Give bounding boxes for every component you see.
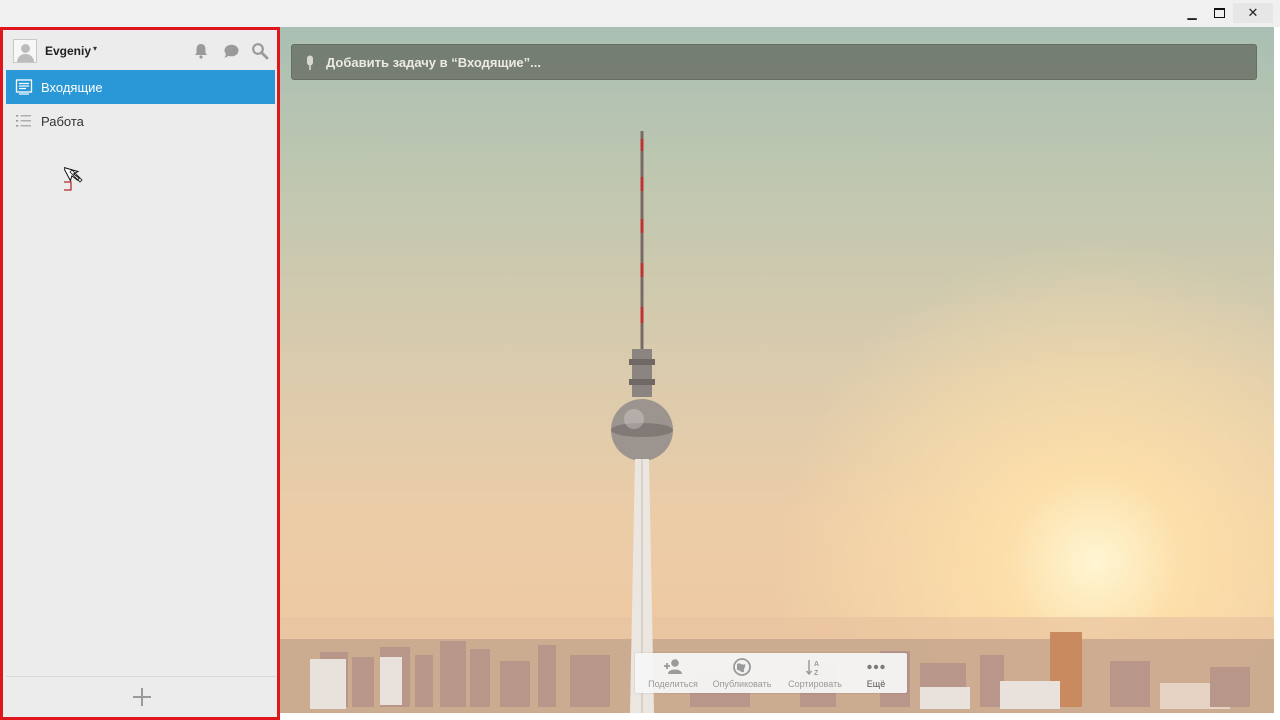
close-icon: ✕ <box>1247 5 1259 21</box>
sidebar-panel: Evgeniy ▾ Входящие Работа <box>6 30 277 717</box>
share-button[interactable]: Поделиться <box>641 653 705 693</box>
sidebar-footer <box>6 676 277 717</box>
sort-button[interactable]: A Z Сортировать <box>783 653 847 693</box>
more-button[interactable]: Ещё <box>851 653 901 693</box>
sidebar: Evgeniy ▾ Входящие Работа <box>0 27 280 720</box>
user-menu-caret-icon[interactable]: ▾ <box>93 44 97 53</box>
add-task-input[interactable]: Добавить задачу в “Входящие”... <box>291 44 1257 80</box>
maximize-button[interactable] <box>1208 3 1230 23</box>
sidebar-item-inbox[interactable]: Входящие <box>6 70 275 104</box>
sidebar-item-work[interactable]: Работа <box>6 104 275 138</box>
window-right-border <box>1274 27 1280 720</box>
chat-bubble-icon[interactable] <box>222 42 240 60</box>
list-icon <box>16 115 31 127</box>
close-button[interactable]: ✕ <box>1233 3 1273 23</box>
globe-icon <box>733 658 751 676</box>
maximize-icon <box>1213 8 1225 18</box>
add-person-icon <box>664 659 682 674</box>
add-task-placeholder: Добавить задачу в “Входящие”... <box>326 55 542 70</box>
sidebar-item-label: Входящие <box>41 80 103 95</box>
drag-cursor-icon <box>64 166 83 191</box>
background-photo <box>280 131 1274 713</box>
sidebar-header: Evgeniy ▾ <box>6 30 277 70</box>
sort-label: Сортировать <box>788 679 842 689</box>
window-bottom-border <box>280 713 1280 720</box>
search-icon[interactable] <box>251 42 269 60</box>
minimize-icon: ▁ <box>1187 6 1197 20</box>
svg-text:Z: Z <box>814 670 819 676</box>
sidebar-item-label: Работа <box>41 114 84 129</box>
plus-icon[interactable] <box>131 686 153 708</box>
list-toolbar: Поделиться Опубликовать A Z Сортировать … <box>635 653 907 693</box>
minimize-button[interactable]: ▁ <box>1181 3 1203 23</box>
share-label: Поделиться <box>648 679 698 689</box>
microphone-icon[interactable] <box>305 55 315 71</box>
window-titlebar: ▁ ✕ <box>0 0 1280 28</box>
more-dots-icon <box>867 664 885 670</box>
more-label: Ещё <box>866 679 886 689</box>
task-list-area: Добавить задачу в “Входящие”... Поделить… <box>280 27 1274 713</box>
publish-button[interactable]: Опубликовать <box>707 653 777 693</box>
bell-icon[interactable] <box>192 42 210 60</box>
avatar[interactable] <box>13 39 37 63</box>
username[interactable]: Evgeniy <box>45 44 91 58</box>
inbox-icon <box>15 79 33 95</box>
svg-text:A: A <box>814 661 819 668</box>
sort-az-icon: A Z <box>805 660 819 676</box>
publish-label: Опубликовать <box>712 679 772 689</box>
